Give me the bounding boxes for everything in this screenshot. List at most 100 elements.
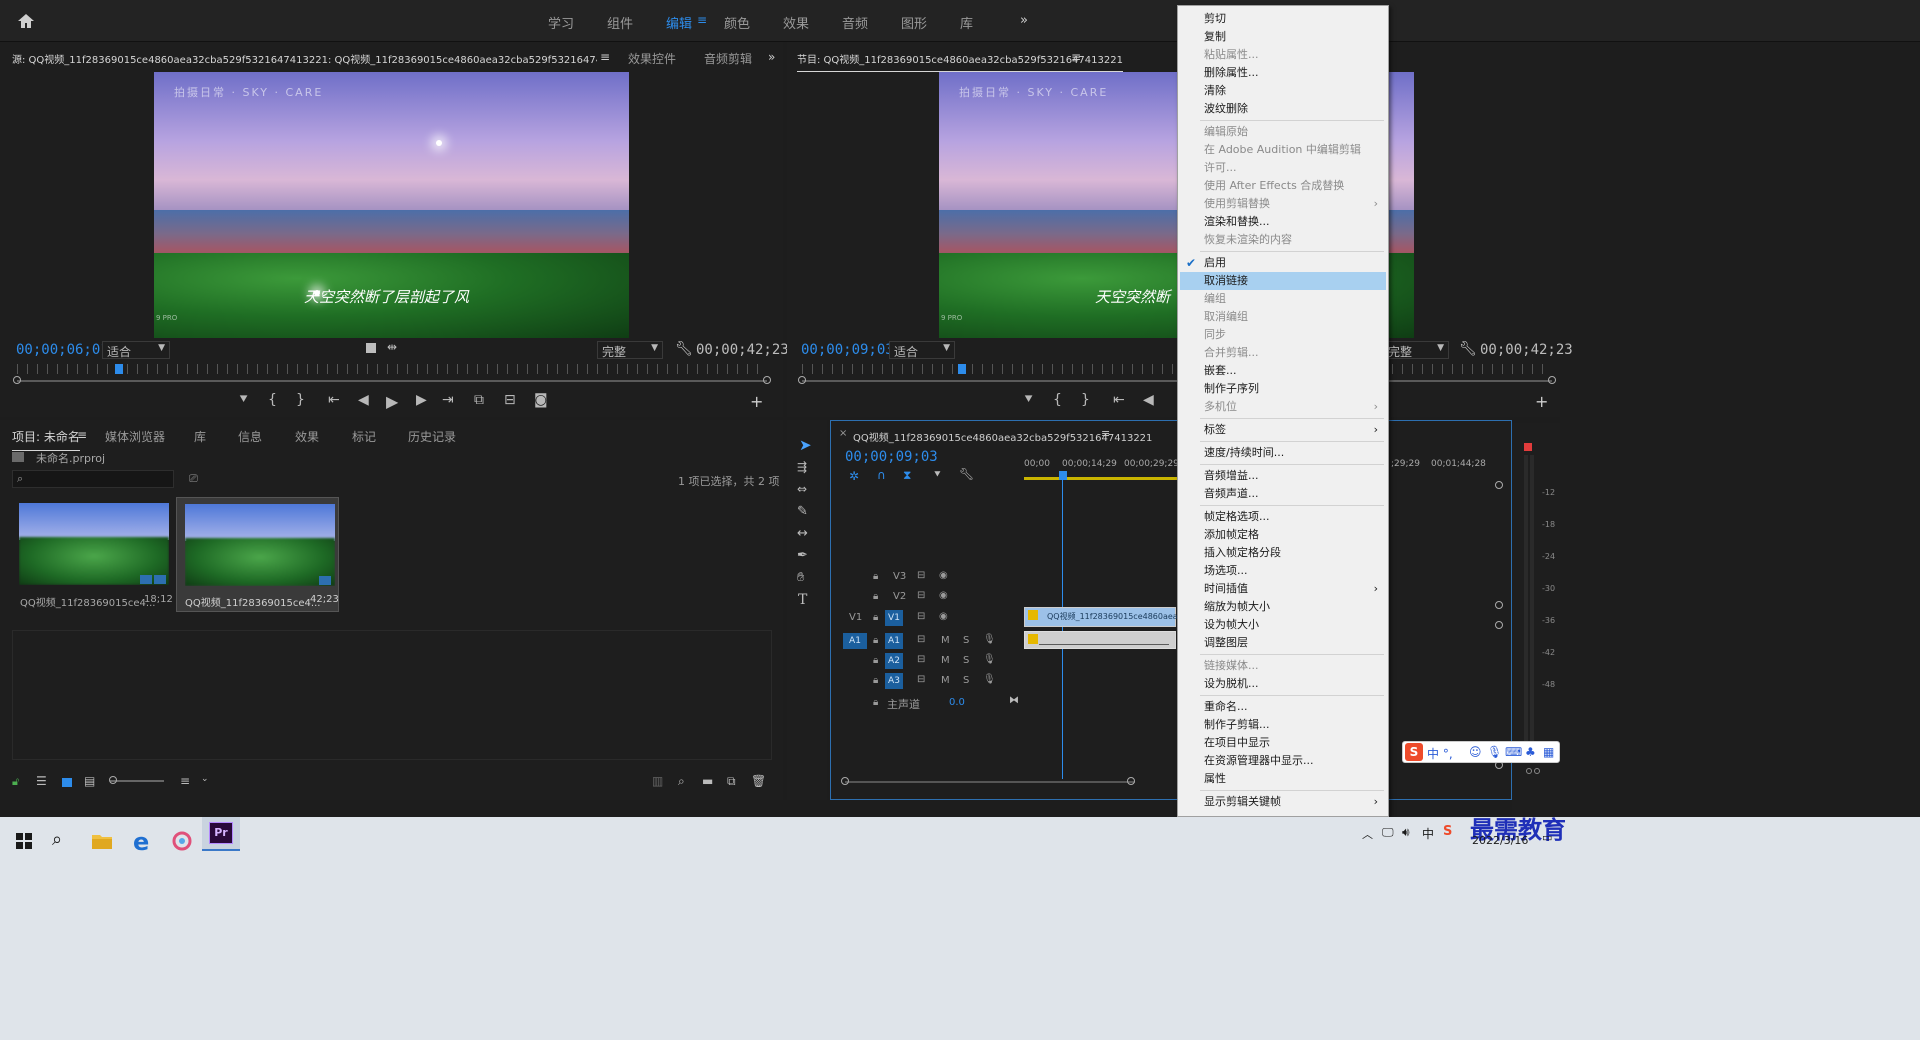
audio-rubber-band[interactable] [1039,644,1169,645]
solo-button[interactable]: S [963,655,969,666]
emoji-icon[interactable]: ☺ [1469,745,1482,759]
razor-tool-icon[interactable]: ✎ [797,504,808,519]
pen-tool-icon[interactable]: ✒ [797,548,808,563]
track-target-v1[interactable]: V1 [885,610,903,626]
sync-lock-icon[interactable]: ⊟ [917,634,925,645]
workspace-libraries[interactable]: 库 [960,13,973,32]
ime-toolbar[interactable]: S 中 °, ☺ 🎙︎ ⌨︎ ♣ ▦ [1402,741,1560,763]
program-tab-menu-icon[interactable]: ≡ [1071,50,1081,64]
file-explorer-icon[interactable] [88,827,116,855]
step-back-icon[interactable]: ◀ [1143,392,1154,408]
menu-item[interactable]: 许可... [1178,159,1388,177]
nest-toggle-icon[interactable]: ✲ [849,469,859,483]
zoom-start-handle[interactable] [841,777,849,785]
menu-item[interactable]: 嵌套... [1178,362,1388,380]
menu-item[interactable]: 渲染和替换... [1178,213,1388,231]
list-view-icon[interactable]: ☰ [36,774,47,788]
track-header-a2[interactable]: 🔒︎ A2 ⊟ M S 🎙︎ [837,651,1023,671]
menu-item[interactable]: 波纹删除 [1178,100,1388,118]
track-header-v2[interactable]: 🔒︎ V2 ⊟ ◉ [837,587,1023,607]
menu-item[interactable]: 设为脱机... [1178,675,1388,693]
go-to-out-icon[interactable]: ⇥ [442,392,454,408]
play-icon[interactable]: ▶ [386,392,398,411]
menu-item[interactable]: 属性 [1178,770,1388,788]
menu-item[interactable]: 音频增益... [1178,467,1388,485]
solo-button[interactable]: S [963,635,969,646]
workspace-editing[interactable]: 编辑 [666,13,692,32]
solo-meter-button[interactable] [1534,768,1540,774]
chevron-down-icon[interactable]: ⌄ [201,774,209,784]
overwrite-icon[interactable]: ⊟ [504,392,516,408]
toolbox-icon[interactable]: ▦ [1543,745,1554,759]
mute-button[interactable]: M [941,675,950,686]
project-item[interactable]: QQ视频_11f28369015ce4... 18;12 [14,498,173,610]
windows-start-icon[interactable] [10,827,38,855]
lock-icon[interactable]: 🔒︎ [873,635,878,646]
microphone-icon[interactable]: 🎙︎ [983,674,996,685]
sync-lock-icon[interactable]: ⊟ [917,590,925,601]
project-item-selected[interactable]: QQ视频_11f28369015ce4... 42;23 [176,497,339,612]
mark-in-icon[interactable]: { [268,392,277,408]
eye-icon[interactable]: ◉ [939,611,948,622]
tab-libraries[interactable]: 库 [194,428,206,445]
new-search-bin-icon[interactable]: ⎚ [189,472,198,486]
lock-icon[interactable]: 🔒︎ [873,675,878,686]
hand-tool-icon[interactable]: ✋︎ [797,570,804,585]
type-tool-icon[interactable]: T [798,592,807,608]
sogou-tray-icon[interactable]: S [1443,824,1452,839]
new-bin-folder-icon[interactable]: ▬ [702,774,713,788]
sync-lock-icon[interactable]: ⊟ [917,611,925,622]
menu-item[interactable]: 粘贴属性... [1178,46,1388,64]
tab-markers[interactable]: 标记 [352,428,376,445]
add-button-icon[interactable]: + [750,392,763,411]
project-search-field[interactable]: ⌕ [12,470,174,488]
workspace-color[interactable]: 颜色 [724,13,750,32]
mark-out-icon[interactable]: } [296,392,305,408]
menu-item[interactable]: 调整图层 [1178,634,1388,652]
menu-item[interactable]: 同步 [1178,326,1388,344]
solo-meter-button[interactable] [1526,768,1532,774]
menu-item[interactable]: 标签 › [1178,421,1388,439]
project-search-input[interactable] [31,472,171,486]
tab-audio-clip-mixer[interactable]: 音频剪辑 [704,50,752,67]
selection-tool-icon[interactable]: ➤ [799,436,812,454]
mark-in-icon[interactable]: { [1053,392,1062,408]
linked-selection-icon[interactable]: ⧗ [903,468,911,483]
program-in-handle[interactable] [798,376,806,384]
menu-item[interactable]: 多机位 › [1178,398,1388,416]
program-playhead[interactable] [957,364,966,374]
menu-item[interactable]: 在项目中显示 [1178,734,1388,752]
tab-source[interactable]: 源: QQ视频_11f28369015ce4860aea32cba529f532… [12,51,597,66]
menu-item[interactable]: 场选项... [1178,562,1388,580]
menu-item[interactable]: 恢复未渲染的内容 [1178,231,1388,249]
menu-item[interactable]: 音频声道... [1178,485,1388,503]
add-marker-icon[interactable]: ⯆ [933,468,942,482]
workspace-learn[interactable]: 学习 [548,13,574,32]
program-fit-select[interactable]: 适合 ▼ [889,341,955,359]
vertical-scroll-handle[interactable] [1495,601,1503,609]
keyboard-icon[interactable]: ⌨︎ [1505,745,1522,759]
tab-project[interactable]: 项目: 未命名 [12,428,80,451]
skin-icon[interactable]: ♣ [1525,745,1536,759]
lock-icon[interactable]: 🔒︎ [873,591,878,602]
language-icon[interactable]: 中 [1422,825,1434,842]
vertical-scroll-handle[interactable] [1495,481,1503,489]
source-video-frame[interactable]: 拍摄日常 · SKY · CARE 天空突然断了层剖起了风 9 PRO [154,72,629,338]
program-quality-select[interactable]: 完整 ▼ [1383,341,1449,359]
zoom-end-handle[interactable] [1127,777,1135,785]
mute-button[interactable]: M [941,655,950,666]
ripple-edit-tool-icon[interactable]: ⇔ [797,482,807,496]
microphone-icon[interactable]: 🎙︎ [983,654,996,665]
search-icon[interactable]: ⌕ [52,829,62,850]
workspace-audio[interactable]: 音频 [842,13,868,32]
source-quality-select[interactable]: 完整 ▼ [597,341,663,359]
workspace-graphics[interactable]: 图形 [901,13,927,32]
time-ruler[interactable]: 00;00 00;00;14;29 00;00;29;29 [1024,459,1184,475]
new-item-icon[interactable]: ⧉ [727,774,736,789]
menu-item[interactable]: 编辑原始 [1178,123,1388,141]
tab-history[interactable]: 历史记录 [408,428,456,445]
tab-info[interactable]: 信息 [238,428,262,445]
menu-item[interactable]: 显示剪辑关键帧 › [1178,793,1388,811]
menu-item[interactable]: 添加帧定格 [1178,526,1388,544]
menu-item[interactable]: 使用剪辑替换 › [1178,195,1388,213]
